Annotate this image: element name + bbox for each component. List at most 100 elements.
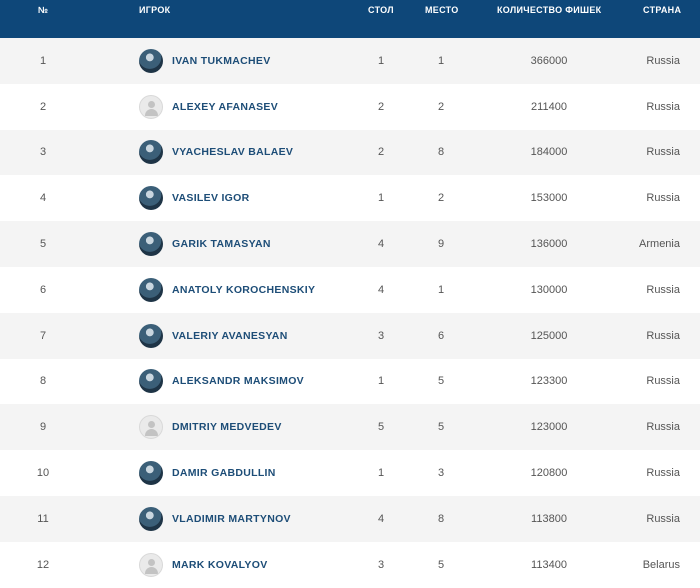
player-cell[interactable]: VALERIY AVANESYAN [139, 323, 288, 348]
table-body: 1 IVAN TUKMACHEV 1 1 366000 Russia 2 ALEXEY AFA… [0, 38, 700, 588]
chips-cell: 113400 [531, 558, 567, 571]
player-cell[interactable]: DAMIR GABDULLIN [139, 461, 276, 486]
seat-cell: 2 [437, 100, 445, 113]
player-cell[interactable]: VASILEV IGOR [139, 186, 250, 211]
player-cell[interactable]: VLADIMIR MARTYNOV [139, 506, 291, 531]
seat-cell: 6 [437, 329, 445, 342]
seat-cell: 5 [437, 558, 445, 571]
player-name-link[interactable]: ALEKSANDR MAKSIMOV [172, 375, 304, 387]
table-cell: 4 [377, 283, 385, 296]
country-cell: Russia [646, 283, 680, 296]
player-name-link[interactable]: MARK KOVALYOV [172, 559, 268, 571]
player-name-link[interactable]: VYACHESLAV BALAEV [172, 146, 293, 158]
player-cell[interactable]: MARK KOVALYOV [139, 552, 268, 577]
table-cell: 1 [377, 192, 385, 205]
table-row: 10 DAMIR GABDULLIN 1 3 120800 Russia [0, 450, 700, 496]
chips-cell: 211400 [531, 100, 567, 113]
player-cell[interactable]: ALEKSANDR MAKSIMOV [139, 369, 304, 394]
avatar [139, 506, 163, 531]
country-cell: Russia [646, 375, 680, 388]
country-cell: Russia [646, 329, 680, 342]
country-cell: Russia [646, 512, 680, 525]
seat-cell: 2 [437, 192, 445, 205]
avatar [139, 48, 163, 73]
header-player: ИГРОК [139, 5, 171, 15]
player-name-link[interactable]: IVAN TUKMACHEV [172, 55, 271, 67]
player-cell[interactable]: GARIK TAMASYAN [139, 232, 271, 257]
player-cell[interactable]: IVAN TUKMACHEV [139, 48, 271, 73]
chips-cell: 125000 [530, 329, 568, 342]
table-cell: 2 [377, 100, 385, 113]
player-name-link[interactable]: DAMIR GABDULLIN [172, 467, 276, 479]
country-cell: Russia [646, 100, 680, 113]
country-cell: Russia [646, 421, 680, 434]
player-name-link[interactable]: DMITRIY MEDVEDEV [172, 421, 282, 433]
player-name-link[interactable]: ALEXEY AFANASEV [172, 101, 278, 113]
player-name-link[interactable]: VALERIY AVANESYAN [172, 330, 288, 342]
table-cell: 4 [377, 512, 385, 525]
rank-cell: 1 [39, 54, 47, 67]
avatar [139, 552, 163, 577]
country-cell: Armenia [639, 238, 680, 251]
table-row: 4 VASILEV IGOR 1 2 153000 Russia [0, 175, 700, 222]
chips-cell: 123000 [530, 421, 568, 434]
chips-cell: 120800 [530, 467, 568, 480]
avatar [139, 232, 163, 257]
table-cell: 2 [377, 146, 385, 159]
avatar [139, 369, 163, 394]
country-cell: Russia [646, 54, 680, 67]
rank-cell: 9 [39, 421, 47, 434]
player-name-link[interactable]: VLADIMIR MARTYNOV [172, 513, 291, 525]
seat-cell: 3 [437, 467, 445, 480]
table-row: 11 VLADIMIR MARTYNOV 4 8 113800 Russia [0, 495, 700, 542]
seat-cell: 5 [437, 421, 445, 434]
player-name-link[interactable]: VASILEV IGOR [172, 192, 250, 204]
avatar [139, 94, 163, 119]
rank-cell: 11 [37, 512, 49, 525]
avatar [139, 140, 163, 165]
player-cell[interactable]: VYACHESLAV BALAEV [139, 140, 293, 165]
table-row: 9 DMITRIY MEDVEDEV 5 5 123000 Russia [0, 404, 700, 451]
table-cell: 5 [377, 421, 385, 434]
table-header: № ИГРОК СТОЛ МЕСТО КОЛИЧЕСТВО ФИШЕК СТРА… [0, 0, 700, 38]
table-cell: 3 [377, 558, 385, 571]
header-seat: МЕСТО [425, 5, 459, 15]
avatar [139, 186, 163, 211]
country-cell: Russia [646, 192, 680, 205]
player-cell[interactable]: DMITRIY MEDVEDEV [139, 415, 282, 440]
avatar [139, 277, 163, 302]
rank-cell: 12 [36, 558, 50, 571]
seat-cell: 1 [437, 54, 445, 67]
player-cell[interactable]: ALEXEY AFANASEV [139, 94, 278, 119]
rank-cell: 2 [39, 100, 47, 113]
chips-cell: 123300 [530, 375, 568, 388]
table-row: 2 ALEXEY AFANASEV 2 2 211400 Russia [0, 83, 700, 130]
header-num: № [38, 5, 49, 15]
table-row: 3 VYACHESLAV BALAEV 2 8 184000 Russia [0, 129, 700, 176]
chips-cell: 366000 [530, 54, 568, 67]
table-cell: 1 [377, 375, 385, 388]
player-name-link[interactable]: GARIK TAMASYAN [172, 238, 271, 250]
rank-cell: 6 [39, 283, 47, 296]
table-cell: 1 [377, 467, 385, 480]
avatar [139, 461, 163, 486]
avatar [139, 323, 163, 348]
table-row: 6 ANATOLY KOROCHENSKIY 4 1 130000 Russia [0, 266, 700, 313]
table-cell: 4 [377, 238, 385, 251]
avatar [139, 415, 163, 440]
seat-cell: 8 [437, 512, 445, 525]
chips-cell: 130000 [530, 283, 568, 296]
table-row: 1 IVAN TUKMACHEV 1 1 366000 Russia [0, 38, 700, 84]
table-row: 5 GARIK TAMASYAN 4 9 136000 Armenia [0, 221, 700, 267]
table-cell: 1 [377, 54, 385, 67]
table-row: 7 VALERIY AVANESYAN 3 6 125000 Russia [0, 312, 700, 359]
seat-cell: 9 [437, 238, 445, 251]
chips-cell: 153000 [530, 192, 568, 205]
country-cell: Russia [646, 467, 680, 480]
table-cell: 3 [377, 329, 385, 342]
player-cell[interactable]: ANATOLY KOROCHENSKIY [139, 277, 315, 302]
player-name-link[interactable]: ANATOLY KOROCHENSKIY [172, 284, 315, 296]
rank-cell: 3 [39, 146, 47, 159]
chips-cell: 113800 [531, 512, 567, 525]
table-row: 8 ALEKSANDR MAKSIMOV 1 5 123300 Russia [0, 358, 700, 405]
